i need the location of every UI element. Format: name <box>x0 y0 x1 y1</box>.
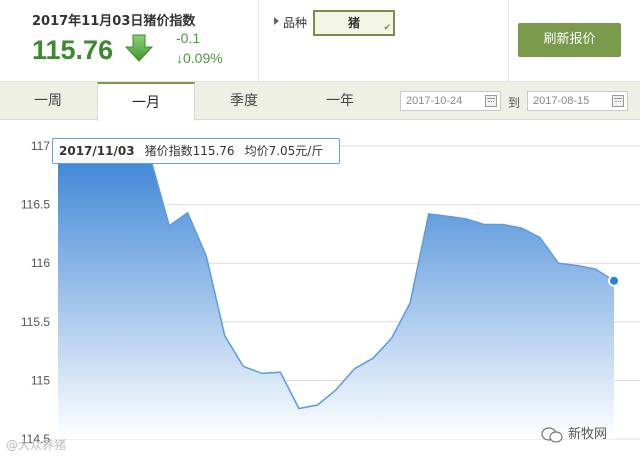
header: 2017年11月03日猪价指数 115.76 -0.1 ↓0.09% 品种 猪 … <box>0 0 640 82</box>
header-divider <box>508 0 509 82</box>
tab-week[interactable]: 一周 <box>0 82 96 120</box>
watermark-right: 新牧网 <box>540 423 607 443</box>
last-point-marker[interactable] <box>608 274 620 287</box>
y-tick-label: 115 <box>31 373 50 387</box>
date-separator: 到 <box>508 96 521 110</box>
tooltip-date: 2017/11/03 <box>59 144 135 158</box>
header-divider <box>258 0 259 82</box>
y-tick-label: 117 <box>31 139 50 153</box>
index-title: 2017年11月03日猪价指数 <box>32 14 196 29</box>
y-tick-label: 116 <box>31 256 50 270</box>
watermark-right-text: 新牧网 <box>568 427 608 442</box>
chart-tooltip: 2017/11/03 猪价指数115.76 均价7.05元/斤 <box>52 138 340 164</box>
calendar-icon[interactable] <box>485 95 497 107</box>
variety-select[interactable]: 猪 ✔ <box>313 10 395 36</box>
down-arrow-icon <box>124 34 154 62</box>
tooltip-price: 均价7.05元/斤 <box>244 144 324 158</box>
date-to-value: 2017-08-15 <box>533 95 590 107</box>
tab-year[interactable]: 一年 <box>292 82 388 120</box>
change-percent: ↓0.09% <box>176 50 223 66</box>
y-tick-label: 116.5 <box>21 198 50 212</box>
date-to-input[interactable]: 2017-08-15 <box>527 91 628 111</box>
index-value: 115.76 <box>32 35 114 65</box>
watermark-left: @大众养猪 <box>6 438 67 452</box>
date-from-value: 2017-10-24 <box>406 95 463 107</box>
wechat-icon <box>541 426 563 443</box>
refresh-price-button[interactable]: 刷新报价 <box>518 23 621 57</box>
tab-quarter[interactable]: 季度 <box>196 82 292 120</box>
variety-label: 品种 <box>283 16 308 30</box>
check-icon: ✔ <box>383 23 391 33</box>
calendar-icon[interactable] <box>612 95 624 107</box>
price-index-chart: 117116.5116115.5115114.5 <box>21 139 640 446</box>
triangle-right-icon <box>274 17 279 25</box>
price-area <box>58 157 614 439</box>
tooltip-index: 猪价指数115.76 <box>144 144 235 158</box>
tab-month[interactable]: 一月 <box>97 82 195 121</box>
change-absolute: -0.1 <box>176 30 201 46</box>
y-tick-label: 115.5 <box>21 315 50 329</box>
date-from-input[interactable]: 2017-10-24 <box>400 91 501 111</box>
variety-selected-value: 猪 <box>347 16 360 30</box>
